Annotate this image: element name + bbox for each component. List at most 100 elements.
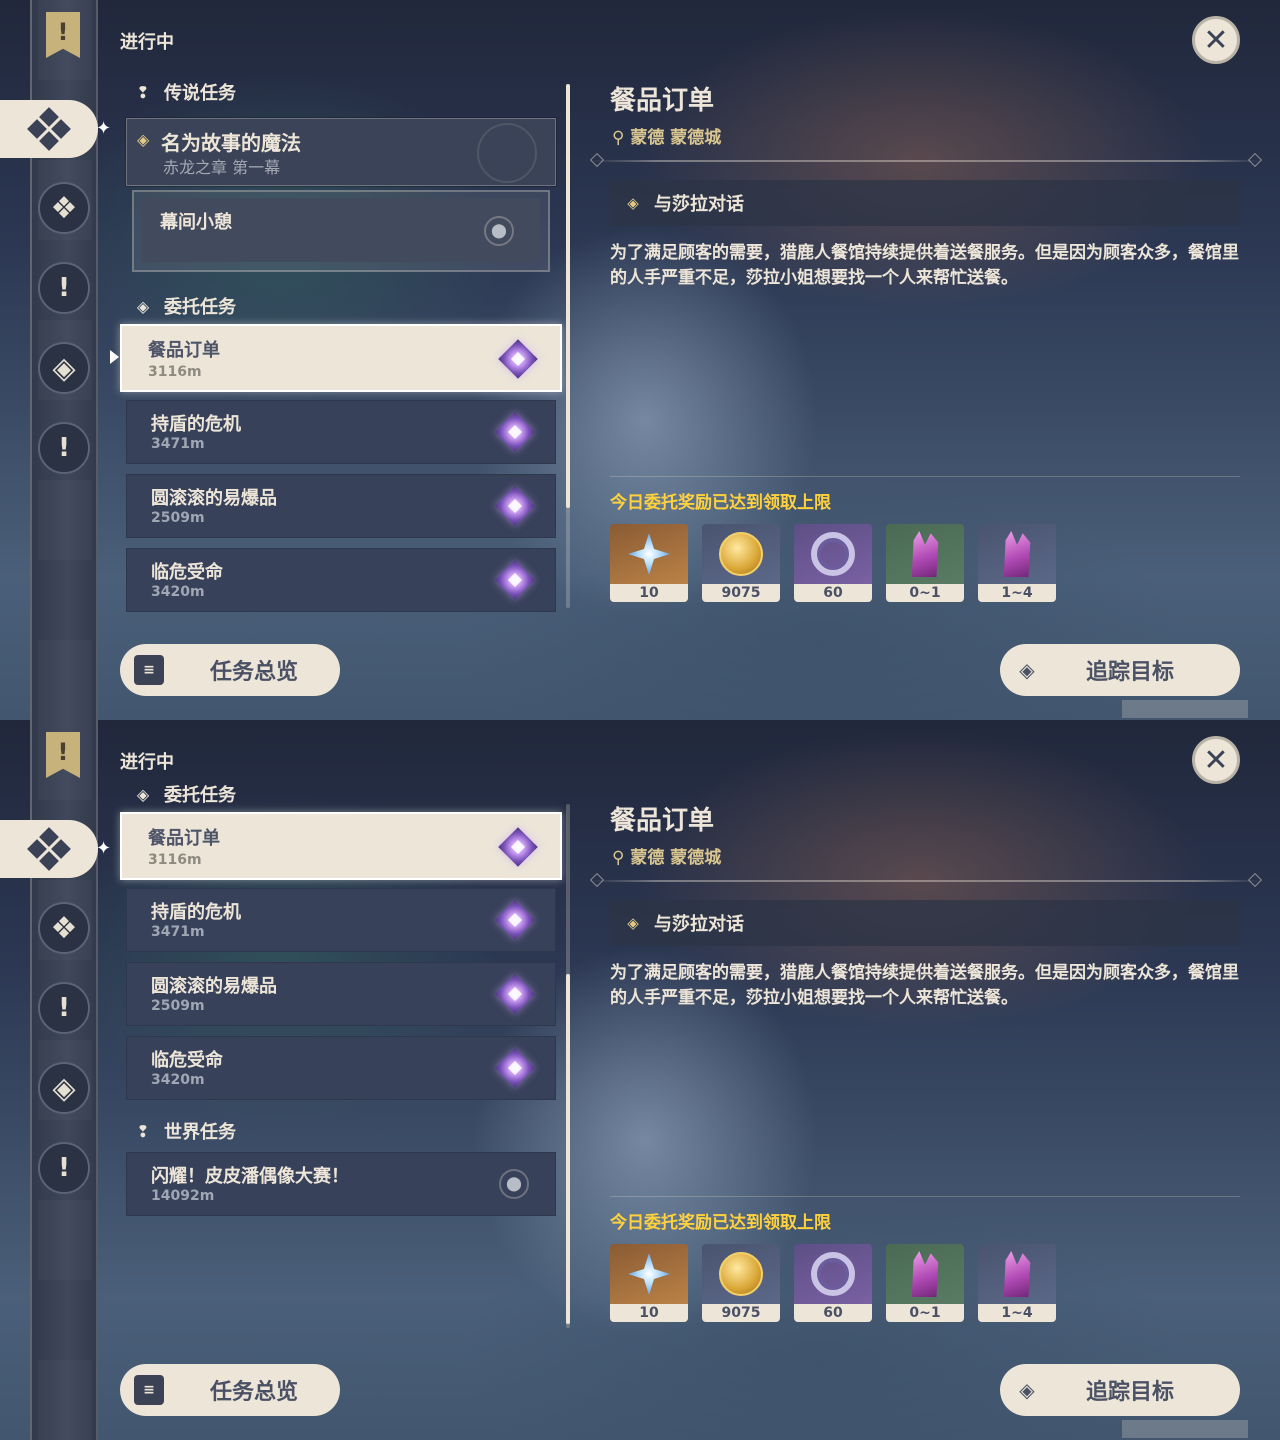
- archon-quest-icon: ❢: [136, 82, 150, 102]
- scroll-thumb[interactable]: [566, 974, 570, 1324]
- quest-card[interactable]: 持盾的危机 3471m: [126, 400, 556, 464]
- selected-arrow-icon: [110, 350, 119, 364]
- commission-quest-icon: ◈: [136, 784, 150, 804]
- quest-list-scrollbar[interactable]: [566, 84, 570, 608]
- nav-tab-archon-icon[interactable]: ❖: [38, 182, 90, 234]
- quest-screen-2: ! ✦ ❖ ! ◈ ! 进行中 ◈ 委托任务 餐品订单 3116m 持盾的危机 3…: [0, 720, 1280, 1440]
- quest-title: 名为故事的魔法: [161, 131, 301, 155]
- archon-subquest-card[interactable]: 幕间小憩 ⬤: [132, 190, 550, 272]
- bottom-strip: [1122, 1420, 1248, 1438]
- quest-card[interactable]: 临危受命 3420m: [126, 548, 556, 612]
- detail-title: 餐品订单: [610, 806, 715, 836]
- scroll-thumb[interactable]: [566, 84, 570, 508]
- detail-location: ⚲ 蒙德 蒙德城: [612, 843, 721, 868]
- objective-row: ◈ 与莎拉对话: [610, 900, 1240, 946]
- quest-title: 圆滚滚的易爆品: [151, 488, 277, 509]
- nav-tab-commission-icon[interactable]: ◈: [38, 1062, 90, 1114]
- category-world: ❢ 世界任务: [130, 1118, 236, 1144]
- quest-title: 临危受命: [151, 562, 223, 583]
- track-diamond-icon: ◈: [1019, 1378, 1035, 1402]
- selection-spark-icon: ✦: [96, 118, 112, 139]
- track-target-button[interactable]: ◈ 追踪目标: [1000, 1364, 1240, 1416]
- quest-distance: 2509m: [151, 998, 205, 1014]
- button-label: 任务总览: [210, 1380, 299, 1405]
- quest-screen-1: ! ✦ ❖ ! ◈ ! 进行中 ❢ 传说任务 ◈ 名为故事的魔法 赤龙之章 第一幕…: [0, 0, 1280, 720]
- category-archon: ❢ 传说任务: [130, 79, 236, 105]
- nav-tab-story-icon[interactable]: !: [38, 982, 90, 1034]
- archon-quest-card[interactable]: ◈ 名为故事的魔法 赤龙之章 第一幕: [126, 118, 556, 186]
- reward-count: 60: [794, 584, 872, 602]
- section-title: 进行中: [120, 752, 174, 773]
- nav-tab-archon-icon[interactable]: ❖: [38, 902, 90, 954]
- subquest-title: 幕间小憩: [160, 212, 232, 233]
- quest-title: 闪耀！皮皮潘偶像大赛！: [151, 1166, 349, 1187]
- location-pin-icon[interactable]: ⬤: [499, 1169, 529, 1199]
- reward-crystal-green[interactable]: 0~1: [886, 524, 964, 602]
- nav-tab-story-icon[interactable]: !: [38, 262, 90, 314]
- quest-card-selected[interactable]: 餐品订单 3116m: [120, 812, 562, 880]
- reward-crystal-blue[interactable]: 1~4: [978, 524, 1056, 602]
- quest-description: 为了满足顾客的需要，猎鹿人餐馆持续提供着送餐服务。但是因为顾客众多，餐馆里的人手…: [610, 243, 1239, 288]
- category-commission: ◈ 委托任务: [130, 293, 236, 319]
- primogem-icon: [628, 533, 670, 575]
- close-button[interactable]: ✕: [1192, 16, 1240, 64]
- location-text: 蒙德 蒙德城: [630, 128, 722, 148]
- nav-tab-all-quests[interactable]: [0, 100, 98, 158]
- commission-star-icon: [496, 825, 540, 869]
- quest-title: 餐品订单: [148, 828, 220, 849]
- nav-tab-world-icon[interactable]: !: [38, 422, 90, 474]
- quest-card-selected[interactable]: 餐品订单 3116m: [120, 324, 562, 392]
- reward-adventure-exp[interactable]: 60: [794, 1244, 872, 1322]
- quest-card[interactable]: 持盾的危机 3471m: [126, 888, 556, 952]
- world-quest-card[interactable]: 闪耀！皮皮潘偶像大赛！ 14092m ⬤: [126, 1152, 556, 1216]
- objective-text: 与莎拉对话: [654, 194, 744, 215]
- category-label: 世界任务: [164, 1122, 236, 1143]
- quest-title: 临危受命: [151, 1050, 223, 1071]
- dragon-emblem-icon: [477, 123, 537, 183]
- commission-star-icon: [493, 484, 537, 528]
- close-button[interactable]: ✕: [1192, 736, 1240, 784]
- quest-card[interactable]: 圆滚滚的易爆品 2509m: [126, 474, 556, 538]
- quest-overview-button[interactable]: ≡ 任务总览: [120, 1364, 340, 1416]
- quest-list-scrollbar[interactable]: [566, 804, 570, 1328]
- button-label: 追踪目标: [1086, 660, 1175, 685]
- mora-icon: [719, 532, 763, 576]
- reward-primogem[interactable]: 10: [610, 1244, 688, 1322]
- reward-mora[interactable]: 9075: [702, 524, 780, 602]
- reward-limit-notice: 今日委托奖励已达到领取上限: [610, 1213, 831, 1233]
- reward-adventure-exp[interactable]: 60: [794, 524, 872, 602]
- commission-quest-icon: ◈: [136, 296, 150, 316]
- nav-tab-all-quests[interactable]: [0, 820, 98, 878]
- track-target-button[interactable]: ◈ 追踪目标: [1000, 644, 1240, 696]
- crystal-blue-icon: [1003, 531, 1031, 577]
- reward-count: 10: [610, 1304, 688, 1322]
- divider: [610, 476, 1240, 477]
- crystal-blue-icon: [1003, 1251, 1031, 1297]
- quest-distance: 14092m: [151, 1188, 215, 1204]
- map-pin-icon: ⚲: [612, 128, 631, 148]
- reward-crystal-blue[interactable]: 1~4: [978, 1244, 1056, 1322]
- quest-distance: 3471m: [151, 436, 205, 452]
- quest-distance: 3420m: [151, 584, 205, 600]
- reward-primogem[interactable]: 10: [610, 524, 688, 602]
- reward-count: 0~1: [886, 584, 964, 602]
- reward-count: 9075: [702, 584, 780, 602]
- quest-card[interactable]: 圆滚滚的易爆品 2509m: [126, 962, 556, 1026]
- nav-tab-world-icon[interactable]: !: [38, 1142, 90, 1194]
- location-pin-icon[interactable]: ⬤: [484, 216, 514, 246]
- reward-crystal-green[interactable]: 0~1: [886, 1244, 964, 1322]
- reward-count: 9075: [702, 1304, 780, 1322]
- crystal-green-icon: [911, 1251, 939, 1297]
- quest-description: 为了满足顾客的需要，猎鹿人餐馆持续提供着送餐服务。但是因为顾客众多，餐馆里的人手…: [610, 963, 1239, 1008]
- commission-star-icon: [493, 1046, 537, 1090]
- adventure-exp-icon: [811, 532, 855, 576]
- nav-tab-commission-icon[interactable]: ◈: [38, 342, 90, 394]
- reward-mora[interactable]: 9075: [702, 1244, 780, 1322]
- button-label: 任务总览: [210, 660, 299, 685]
- bottom-strip: [1122, 700, 1248, 718]
- section-title: 进行中: [120, 32, 174, 53]
- map-pin-icon: ⚲: [612, 848, 631, 868]
- quest-card[interactable]: 临危受命 3420m: [126, 1036, 556, 1100]
- quest-overview-button[interactable]: ≡ 任务总览: [120, 644, 340, 696]
- quest-distance: 3420m: [151, 1072, 205, 1088]
